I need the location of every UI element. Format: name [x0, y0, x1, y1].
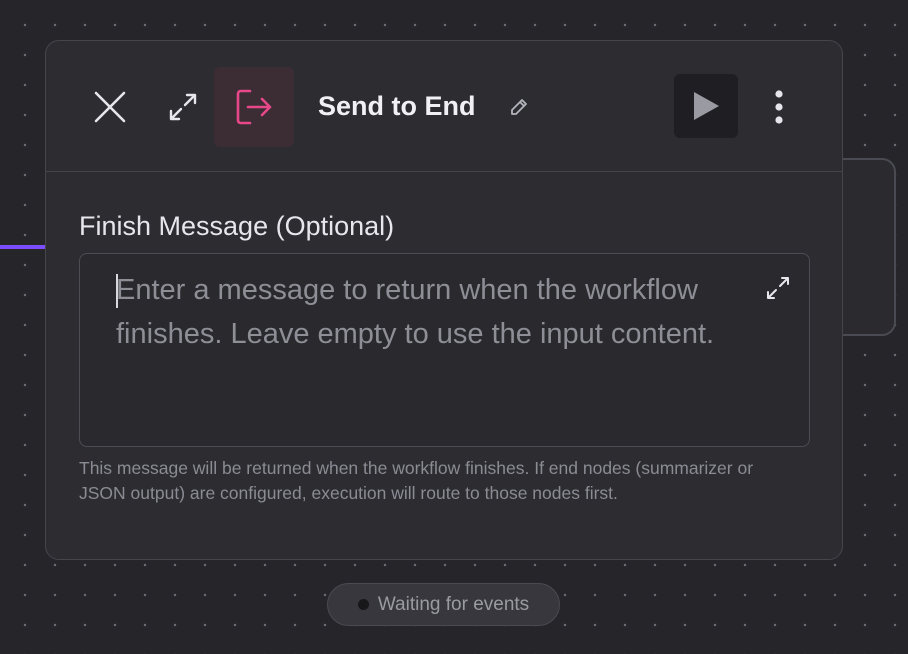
node-config-panel: Send to End Finish Message (Optional) En… — [45, 40, 843, 560]
expand-icon — [767, 277, 789, 299]
pencil-icon — [511, 99, 527, 115]
more-vertical-icon — [775, 90, 783, 124]
expand-icon — [169, 93, 197, 121]
more-options-button[interactable] — [762, 85, 796, 129]
status-badge: Waiting for events — [327, 583, 560, 626]
finish-message-helper-text: This message will be returned when the w… — [79, 458, 754, 503]
status-dot — [357, 599, 369, 610]
exit-icon — [236, 89, 272, 125]
edit-title-button[interactable] — [506, 94, 532, 120]
play-icon — [694, 92, 719, 120]
panel-header: Send to End — [46, 41, 842, 172]
finish-message-input[interactable] — [116, 268, 756, 428]
text-caret — [116, 274, 118, 308]
close-button[interactable] — [90, 87, 130, 127]
expand-editor-button[interactable] — [764, 274, 792, 302]
expand-button[interactable] — [164, 88, 202, 126]
finish-message-label: Finish Message (Optional) — [79, 211, 395, 241]
close-icon — [94, 91, 126, 123]
node-title: Send to End — [318, 91, 476, 121]
status-text: Waiting for events — [377, 593, 530, 615]
connection-edge — [0, 245, 46, 249]
node-type-badge — [214, 67, 294, 147]
run-button[interactable] — [674, 74, 738, 138]
finish-message-field[interactable] — [79, 253, 810, 447]
